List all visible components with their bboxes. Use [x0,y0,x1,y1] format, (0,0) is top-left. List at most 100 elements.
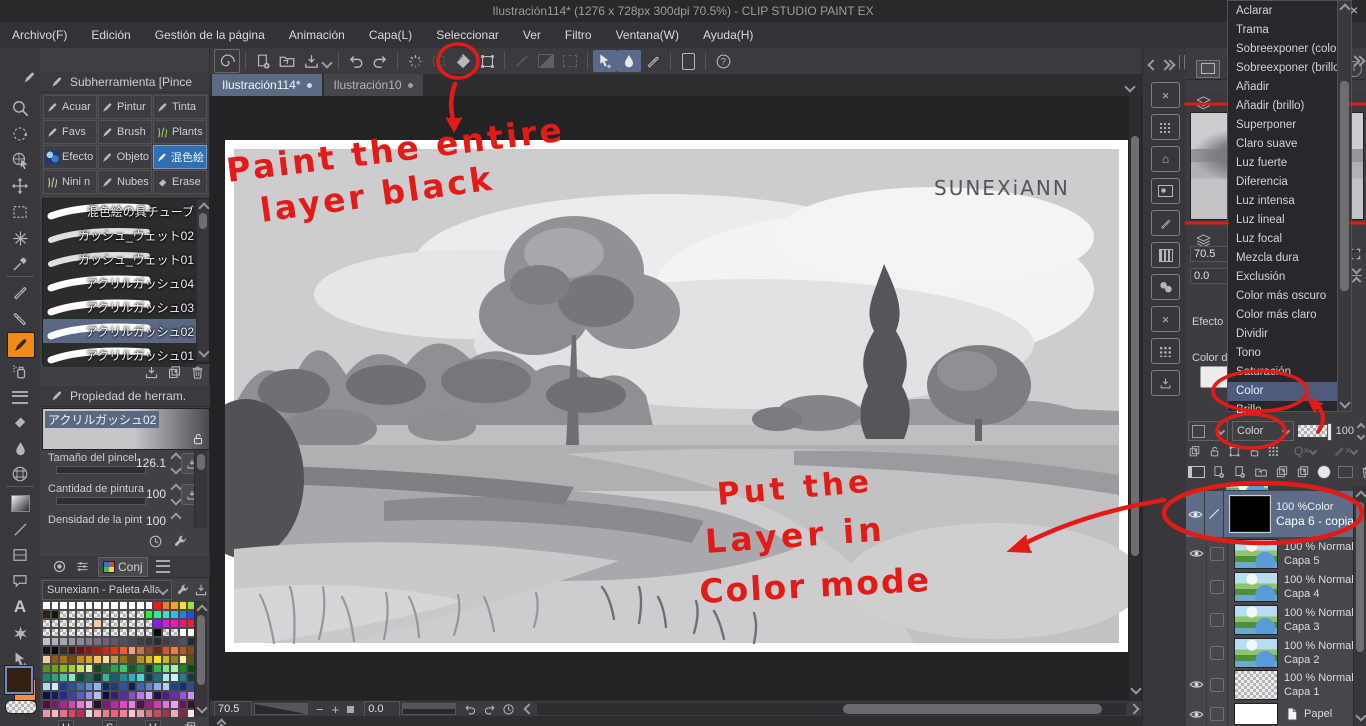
color-swatch[interactable] [118,700,128,709]
tool-airbrush[interactable] [7,359,33,383]
color-wheel-tab-icon[interactable] [52,559,67,574]
color-swatch[interactable] [101,610,111,619]
delete-subtool-icon[interactable] [190,365,205,380]
color-swatch[interactable] [101,601,111,610]
panel-icon-material[interactable] [1151,242,1180,268]
color-swatch[interactable] [136,700,145,709]
tool-marquee[interactable] [7,200,33,224]
color-swatch[interactable] [161,637,171,646]
subtool-group-erase[interactable]: Erase [153,170,207,194]
color-swatch[interactable] [59,682,68,691]
color-swatch[interactable] [136,691,145,700]
color-swatch[interactable] [118,601,128,610]
redo-icon[interactable] [368,50,392,72]
color-swatch[interactable] [170,610,179,619]
color-swatch[interactable] [101,646,111,655]
add-swatch-import-icon[interactable] [183,721,197,726]
blend-mode-select[interactable]: Color [1232,421,1294,441]
tool-frame[interactable] [7,543,33,567]
close-panel-icon[interactable]: × [1350,2,1358,18]
color-swatch[interactable] [127,619,137,628]
color-swatch[interactable] [127,691,137,700]
color-swatch[interactable] [101,637,111,646]
color-swatch[interactable] [127,682,137,691]
brush-item[interactable]: 混色絵の具チューブ [43,199,197,223]
color-swatch[interactable] [93,601,102,610]
palette-import-icon[interactable] [194,583,208,597]
color-swatch[interactable] [76,637,85,646]
color-swatch[interactable] [144,673,154,682]
color-swatch[interactable] [42,619,51,628]
apply-mask-icon-disabled[interactable] [1338,466,1353,478]
color-swatch[interactable] [178,610,188,619]
material-panel-icon[interactable] [676,50,700,72]
tool-property-scrollbar[interactable] [194,450,207,528]
panel-icon-home[interactable]: ⌂ [1151,146,1180,172]
color-swatch[interactable] [42,682,51,691]
layer-visible-icon[interactable] [1186,700,1207,726]
color-swatch[interactable] [76,691,85,700]
brush-list-scrollbar[interactable] [196,199,210,361]
color-swatch[interactable] [136,610,145,619]
color-swatch[interactable] [170,628,179,637]
reference-combo-disabled[interactable]: × [1333,445,1359,457]
brush-item[interactable]: ガッシュ_ウェット01 [43,247,197,271]
color-swatch[interactable] [59,691,68,700]
new-vector-layer-icon[interactable] [1233,465,1247,479]
color-swatch[interactable] [93,709,102,717]
color-swatch[interactable] [144,655,154,664]
color-swatch[interactable] [110,673,119,682]
color-swatch[interactable] [93,655,102,664]
color-swatch[interactable] [170,700,179,709]
color-swatch[interactable] [76,610,85,619]
color-swatch[interactable] [144,700,154,709]
color-swatch[interactable] [93,610,102,619]
color-swatch[interactable] [153,682,162,691]
canvas-vscrollbar[interactable] [1129,96,1142,700]
canvas-page[interactable]: SUNEXiANN [225,140,1128,652]
color-swatch[interactable] [67,709,77,717]
color-swatch[interactable] [136,682,145,691]
color-swatch[interactable] [127,628,137,637]
tool-pencil[interactable] [7,306,33,330]
color-swatch[interactable] [110,709,119,717]
color-swatch[interactable] [50,637,60,646]
color-swatch[interactable] [93,637,102,646]
color-swatch[interactable] [67,655,77,664]
color-swatch[interactable] [136,646,145,655]
opacity-spinner[interactable] [1356,422,1366,440]
color-swatch[interactable] [93,628,102,637]
sat-button[interactable]: S [101,720,118,726]
color-swatch[interactable] [144,709,154,717]
color-swatch[interactable] [76,682,85,691]
color-swatch[interactable] [136,628,145,637]
tool-figure-grid[interactable] [7,462,33,486]
color-swatch[interactable] [136,601,145,610]
layer-checkbox[interactable] [1207,537,1228,570]
color-swatch[interactable] [136,673,145,682]
layer-row-capa6-selected[interactable]: 100 %Color Capa 6 - copia [1186,491,1354,538]
color-swatch[interactable] [144,646,154,655]
color-swatch[interactable] [153,628,162,637]
color-swatch[interactable] [67,601,77,610]
panel-icon-pose[interactable] [1151,274,1180,300]
blend-option-anadir[interactable]: Añadir [1228,78,1338,97]
layer-thumbnail-transparent[interactable] [1234,669,1278,700]
color-swatch[interactable] [42,628,51,637]
panel-icon-close-x2[interactable]: × [1151,306,1180,332]
color-swatch[interactable] [153,637,162,646]
blend-option-sobreexponer-color[interactable]: Sobreexponer (color) [1228,40,1344,59]
panel-icon-download[interactable] [1151,370,1180,396]
color-swatch[interactable] [50,673,60,682]
color-swatch[interactable] [161,655,171,664]
color-swatch[interactable] [170,709,179,717]
zoom-value[interactable]: 70.5 [214,701,252,717]
subtool-group-efecto[interactable]: Efecto [43,145,97,169]
color-swatch[interactable] [144,628,154,637]
color-swatch[interactable] [153,709,162,717]
color-swatch[interactable] [118,628,128,637]
snap-special-ruler-icon[interactable] [617,50,641,72]
color-swatch[interactable] [127,646,137,655]
color-swatch[interactable] [161,691,171,700]
layer-visible-icon[interactable] [1186,537,1207,570]
